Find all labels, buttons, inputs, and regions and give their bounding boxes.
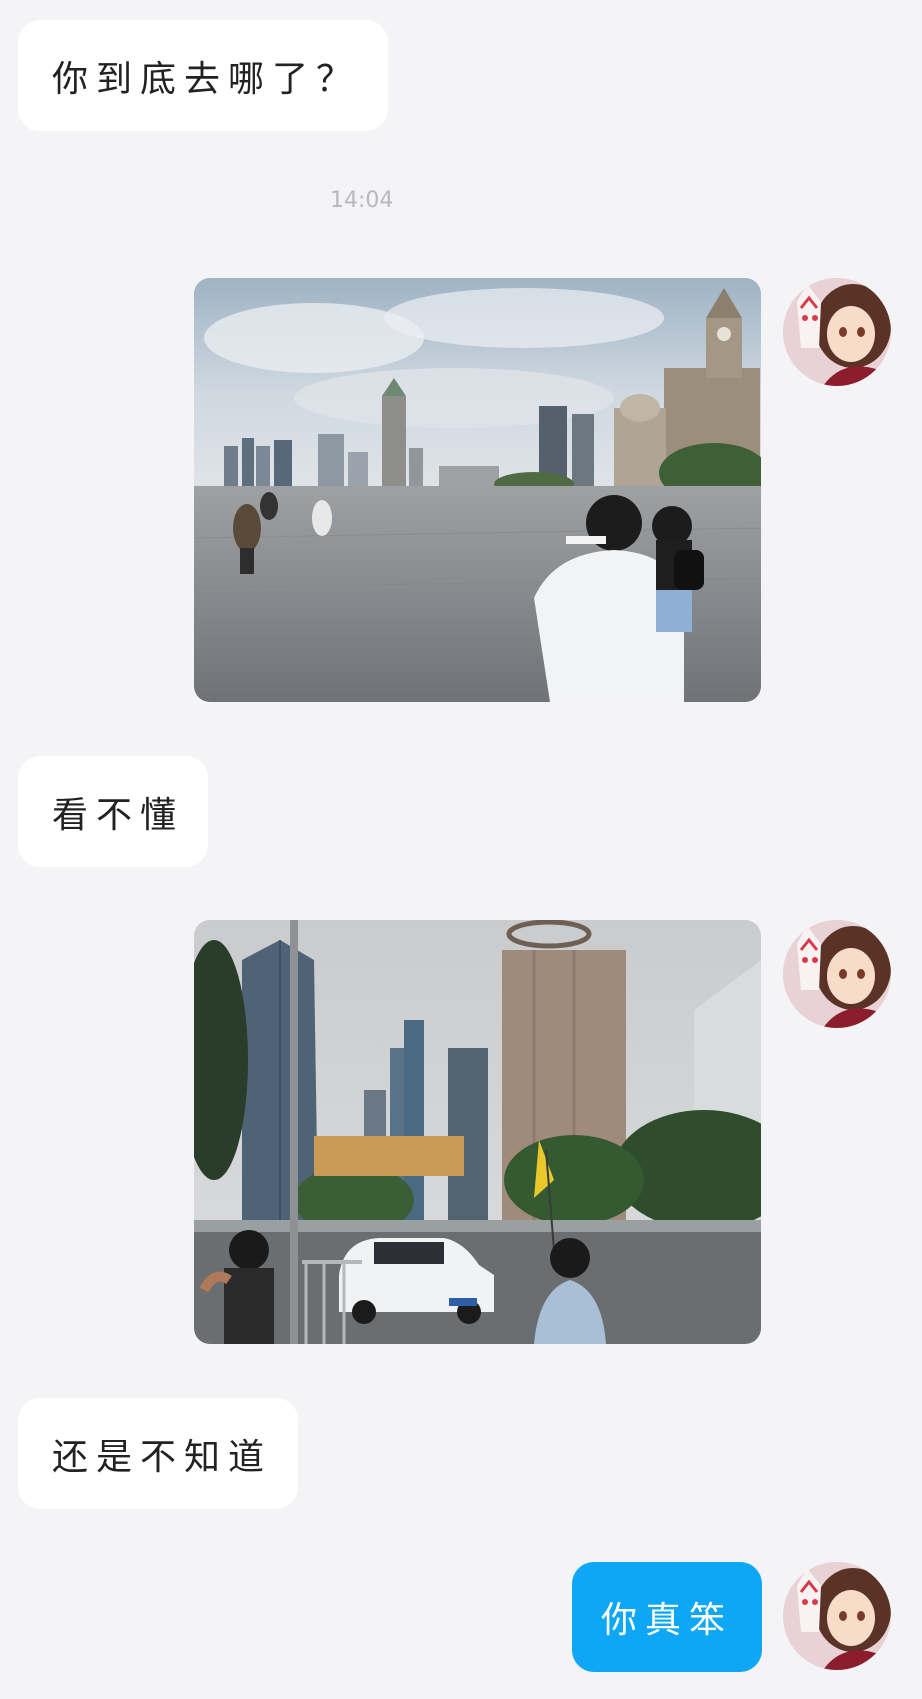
user-avatar-icon[interactable] bbox=[783, 278, 891, 386]
message-text: 还是不知道 bbox=[52, 1436, 273, 1478]
chat-conversation: 你到底去哪了？ 14:04 看不懂 还是不知道 你真笨 bbox=[0, 0, 922, 1699]
sent-image-promenade[interactable] bbox=[194, 278, 761, 702]
message-timestamp: 14:04 bbox=[330, 188, 394, 213]
message-text: 你到底去哪了？ bbox=[52, 58, 361, 100]
anime-girl-avatar-icon bbox=[783, 920, 891, 1028]
sent-image-street[interactable] bbox=[194, 920, 761, 1344]
promenade-photo bbox=[194, 278, 761, 702]
incoming-message-bubble[interactable]: 还是不知道 bbox=[18, 1398, 298, 1509]
message-text: 你真笨 bbox=[600, 1600, 733, 1641]
street-photo bbox=[194, 920, 761, 1344]
anime-girl-avatar-icon bbox=[783, 278, 891, 386]
user-avatar-icon[interactable] bbox=[783, 1562, 891, 1670]
anime-girl-avatar-icon bbox=[783, 1562, 891, 1670]
incoming-message-bubble[interactable]: 你到底去哪了？ bbox=[18, 20, 388, 131]
outgoing-message-bubble[interactable]: 你真笨 bbox=[572, 1562, 762, 1672]
user-avatar-icon[interactable] bbox=[783, 920, 891, 1028]
incoming-message-bubble[interactable]: 看不懂 bbox=[18, 756, 208, 867]
message-text: 看不懂 bbox=[52, 794, 185, 836]
